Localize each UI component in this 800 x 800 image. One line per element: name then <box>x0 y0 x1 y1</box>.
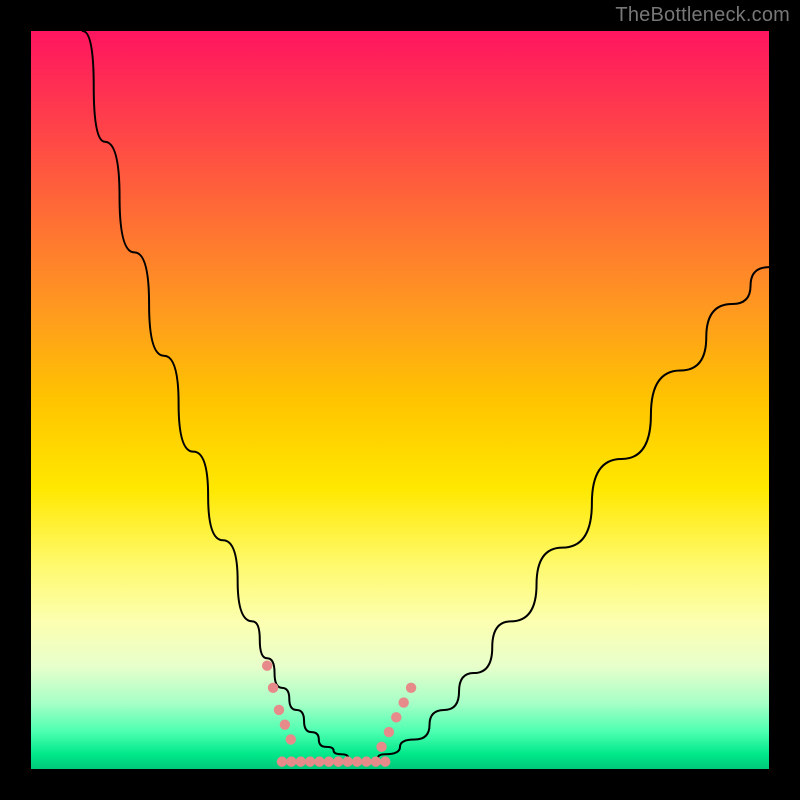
highlight-dot <box>324 756 334 766</box>
highlight-dot <box>314 756 324 766</box>
highlight-dot <box>380 756 390 766</box>
highlight-dot <box>274 705 284 715</box>
highlight-dot <box>305 756 315 766</box>
highlight-dot <box>280 720 290 730</box>
highlight-dot <box>398 697 408 707</box>
chart-container: TheBottleneck.com <box>0 0 800 800</box>
highlight-dot <box>286 734 296 744</box>
highlight-dot <box>296 756 306 766</box>
highlight-dot <box>391 712 401 722</box>
highlight-dot <box>262 660 272 670</box>
highlight-dot <box>342 756 352 766</box>
highlight-dot <box>277 756 287 766</box>
watermark-text: TheBottleneck.com <box>615 4 790 27</box>
highlight-dot <box>371 756 381 766</box>
highlight-dot <box>268 683 278 693</box>
highlight-dots <box>262 660 416 766</box>
highlight-dot <box>406 683 416 693</box>
highlight-dot <box>352 756 362 766</box>
highlight-dot <box>361 756 371 766</box>
highlight-dot <box>376 742 386 752</box>
chart-svg <box>31 31 769 769</box>
highlight-dot <box>333 756 343 766</box>
highlight-dot <box>286 756 296 766</box>
highlight-dot <box>384 727 394 737</box>
bottleneck-curve <box>83 31 769 762</box>
